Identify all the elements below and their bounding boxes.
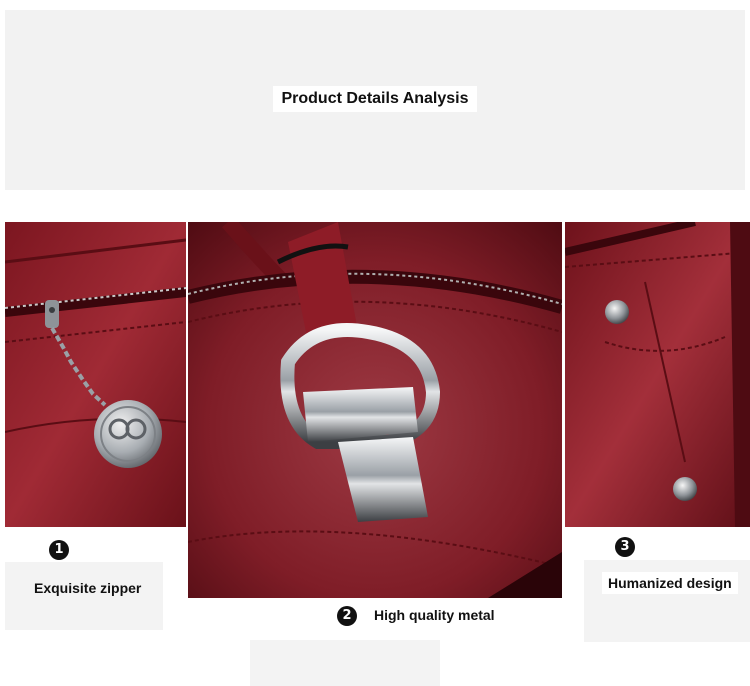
feature-label-humanized: Humanized design xyxy=(602,572,738,594)
feature-number-1: 1 xyxy=(49,540,69,560)
page-title-wrap: Product Details Analysis xyxy=(5,86,745,112)
feature-label-metal: High quality metal xyxy=(368,604,501,626)
zipper-detail-photo xyxy=(5,222,186,527)
caption-1-background xyxy=(5,562,163,630)
side-studs-photo xyxy=(565,222,750,527)
caption-2-background xyxy=(250,640,440,686)
page-title: Product Details Analysis xyxy=(273,86,477,112)
feature-number-3: 3 xyxy=(615,537,635,557)
feature-number-2: 2 xyxy=(337,606,357,626)
feature-label-zipper: Exquisite zipper xyxy=(34,580,142,596)
metal-clasp-photo xyxy=(188,222,562,598)
header-banner: Product Details Analysis xyxy=(5,10,745,190)
